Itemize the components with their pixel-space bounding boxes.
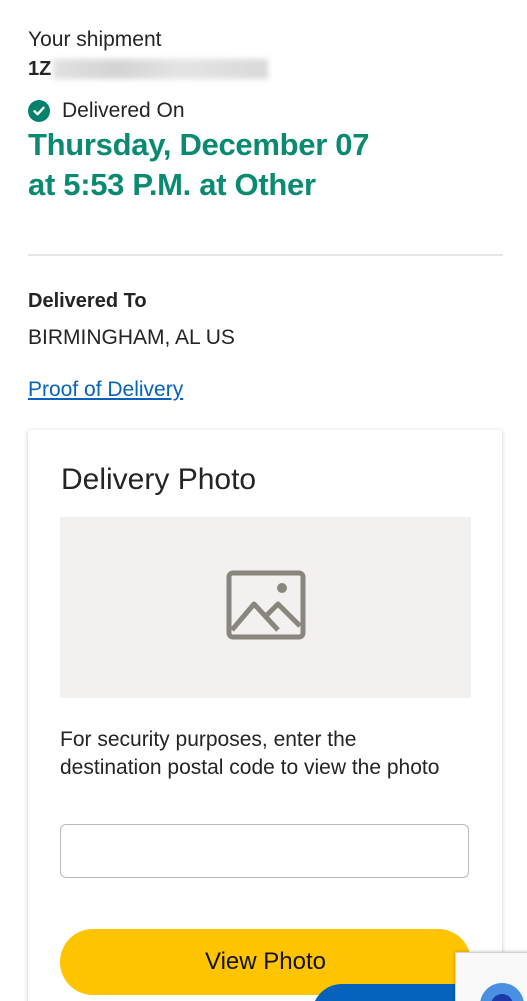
recaptcha-icon bbox=[480, 983, 524, 1001]
proof-of-delivery-link[interactable]: Proof of Delivery bbox=[28, 378, 183, 402]
delivery-status: Delivered On bbox=[28, 98, 185, 124]
tracking-number-redacted bbox=[53, 59, 269, 79]
shipment-page: Your shipment 1Z Delivered On Thursday, … bbox=[0, 0, 527, 1001]
photo-placeholder bbox=[60, 517, 471, 698]
recaptcha-badge[interactable] bbox=[455, 952, 527, 1001]
delivery-photo-card: Delivery Photo For security purposes, en… bbox=[28, 430, 502, 1001]
security-description: For security purposes, enter the destina… bbox=[60, 728, 440, 779]
postal-code-input[interactable] bbox=[60, 824, 469, 878]
status-label: Delivered On bbox=[62, 99, 185, 122]
delivered-to-location: BIRMINGHAM, AL US bbox=[28, 326, 235, 349]
delivered-date-line1: Thursday, December 07 bbox=[28, 127, 370, 162]
tracking-number: 1Z bbox=[28, 56, 269, 82]
delivered-date-line2: at 5:53 P.M. at Other bbox=[28, 167, 316, 202]
check-circle-icon bbox=[28, 100, 50, 122]
card-title: Delivery Photo bbox=[61, 463, 257, 496]
divider bbox=[28, 254, 503, 256]
delivered-to-label: Delivered To bbox=[28, 290, 147, 312]
image-placeholder-icon bbox=[226, 570, 306, 645]
shipment-label: Your shipment bbox=[28, 28, 162, 51]
delivered-date: Thursday, December 07 at 5:53 P.M. at Ot… bbox=[28, 125, 369, 205]
tracking-prefix: 1Z bbox=[28, 57, 52, 80]
